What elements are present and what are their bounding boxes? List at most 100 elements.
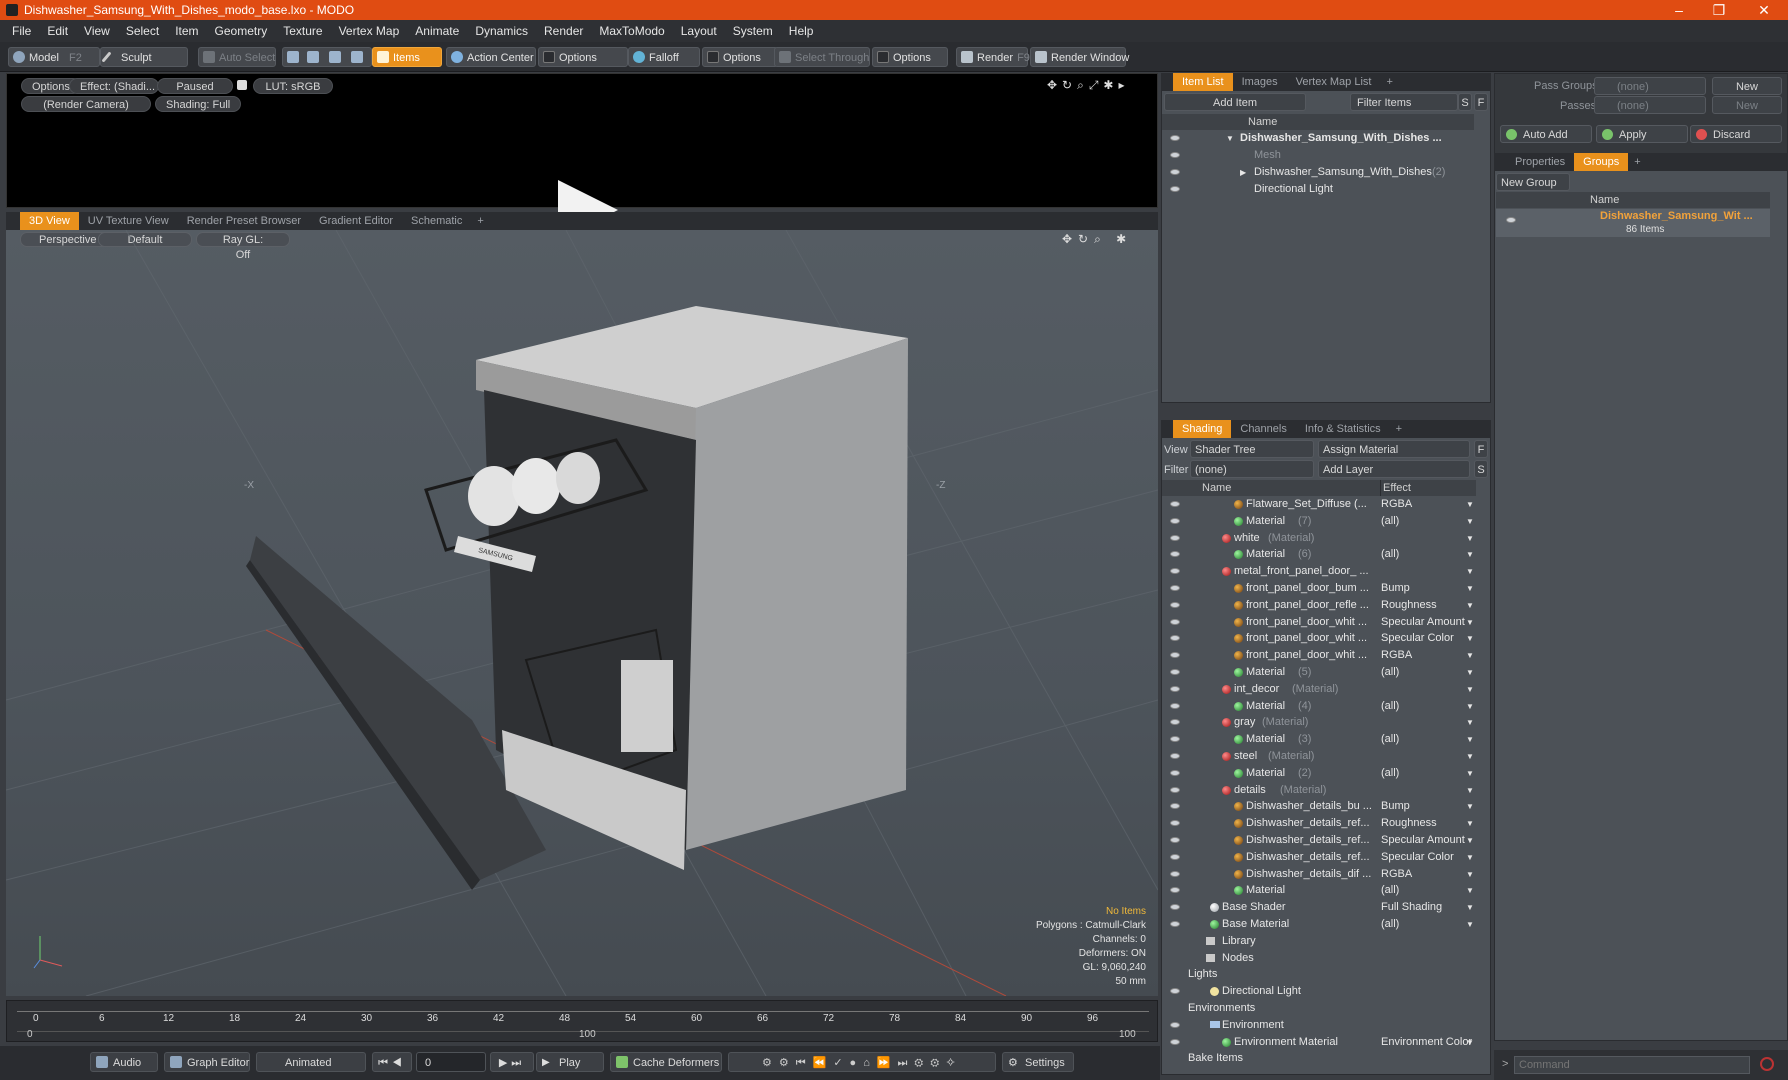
model-mode-button[interactable]: Model F2 (8, 47, 100, 67)
eye-icon[interactable] (1170, 618, 1180, 625)
shader-effect[interactable]: Specular Amount (1381, 832, 1465, 849)
shader-effect[interactable]: Roughness (1381, 597, 1437, 614)
eye-icon[interactable] (1170, 820, 1180, 827)
effect-dropdown-arrow-icon[interactable]: ▼ (1466, 530, 1474, 547)
shader-row[interactable]: Material (3) (all) ▼ (1162, 731, 1474, 748)
shader-row[interactable]: Dishwasher_details_ref... Specular Color ▼ (1162, 849, 1474, 866)
eye-icon[interactable] (1170, 186, 1180, 192)
effect-dropdown-arrow-icon[interactable]: ▼ (1466, 832, 1474, 849)
eye-icon[interactable] (1170, 870, 1180, 877)
shader-row[interactable]: int_decor (Material) ▼ (1162, 681, 1474, 698)
shader-row[interactable]: Material (6) (all) ▼ (1162, 546, 1474, 563)
eye-icon[interactable] (1170, 753, 1180, 759)
shader-effect[interactable]: Bump (1381, 798, 1410, 815)
shader-row[interactable]: Dishwasher_details_ref... Roughness ▼ (1162, 815, 1474, 832)
eye-icon[interactable] (1170, 853, 1180, 860)
render-button[interactable]: Render F9 (956, 47, 1030, 67)
shader-row[interactable]: Material (5) (all) ▼ (1162, 664, 1474, 681)
shader-row[interactable]: details (Material) ▼ (1162, 782, 1474, 799)
shader-row[interactable]: front_panel_door_bum ... Bump ▼ (1162, 580, 1474, 597)
shader-row[interactable]: Bake Items (1162, 1050, 1474, 1067)
tab-shading[interactable]: Shading (1173, 420, 1232, 438)
eye-icon[interactable] (1170, 568, 1180, 575)
eye-icon[interactable] (1170, 534, 1180, 541)
item-list-row[interactable]: Dishwasher_Samsung_With_Dishes ... ▼ (1162, 130, 1474, 147)
shader-effect[interactable]: RGBA (1381, 647, 1412, 664)
menu-maxtomodo[interactable]: MaxToModo (591, 24, 672, 38)
shader-row[interactable]: Material (4) (all) ▼ (1162, 698, 1474, 715)
shader-row[interactable]: Environment (1162, 1017, 1474, 1034)
eye-icon[interactable] (1170, 517, 1180, 524)
eye-icon[interactable] (1170, 152, 1180, 158)
timeline-start[interactable]: 0 (27, 1029, 33, 1040)
tab-uv-texture-view[interactable]: UV Texture View (79, 212, 178, 230)
group-row[interactable]: Dishwasher_Samsung_Wit ... 86 Items (1496, 209, 1770, 237)
select-through-button[interactable]: Select Through (774, 47, 870, 67)
shader-row[interactable]: front_panel_door_refle ... Roughness ▼ (1162, 597, 1474, 614)
edges-icon[interactable] (307, 51, 319, 63)
eye-icon[interactable] (1170, 921, 1180, 927)
tab-info-statistics[interactable]: Info & Statistics (1296, 420, 1390, 438)
effect-dropdown-arrow-icon[interactable]: ▼ (1466, 849, 1474, 866)
effect-dropdown-arrow-icon[interactable]: ▼ (1466, 496, 1474, 513)
eye-icon[interactable] (1170, 501, 1180, 507)
effect-dropdown-arrow-icon[interactable]: ▼ (1466, 698, 1474, 715)
record-icon[interactable] (1760, 1057, 1774, 1071)
eye-icon[interactable] (1170, 769, 1180, 776)
auto-add-button[interactable]: Auto Add (1500, 125, 1592, 143)
item-list-row[interactable]: Directional Light (1162, 181, 1474, 198)
shader-effect[interactable]: Full Shading (1381, 899, 1442, 916)
eye-icon[interactable] (1170, 719, 1180, 726)
auto-select-button[interactable]: Auto Select (198, 47, 276, 67)
eye-icon[interactable] (1170, 1021, 1180, 1028)
item-f-button[interactable]: F (1474, 93, 1488, 111)
menu-layout[interactable]: Layout (673, 24, 725, 38)
menu-edit[interactable]: Edit (39, 24, 76, 38)
effect-dropdown-arrow-icon[interactable]: ▼ (1466, 580, 1474, 597)
item-list-row[interactable]: Dishwasher_Samsung_With_Dishes (2) ▶ (1162, 164, 1474, 181)
eye-icon[interactable] (1170, 601, 1180, 608)
render-camera-dropdown[interactable]: (Render Camera) (21, 96, 151, 112)
shader-effect[interactable]: Bump (1381, 580, 1410, 597)
eye-icon[interactable] (1170, 169, 1180, 175)
eye-icon[interactable] (1170, 669, 1180, 675)
menu-file[interactable]: File (4, 24, 39, 38)
shader-row[interactable]: front_panel_door_whit ... Specular Amount… (1162, 614, 1474, 631)
menu-system[interactable]: System (725, 24, 781, 38)
shader-row[interactable]: Flatware_Set_Diffuse (... RGBA ▼ (1162, 496, 1474, 513)
filter-items-input[interactable]: Filter Items (1350, 93, 1458, 111)
command-input[interactable] (1514, 1056, 1750, 1074)
effect-dropdown-arrow-icon[interactable]: ▼ (1466, 714, 1474, 731)
effect-dropdown-arrow-icon[interactable]: ▼ (1466, 782, 1474, 799)
shader-row[interactable]: front_panel_door_whit ... Specular Color ▼ (1162, 630, 1474, 647)
menu-geometry[interactable]: Geometry (207, 24, 276, 38)
menu-help[interactable]: Help (781, 24, 822, 38)
eye-icon[interactable] (1170, 652, 1180, 659)
shader-effect[interactable]: (all) (1381, 546, 1399, 563)
passes-dropdown[interactable]: (none) (1594, 96, 1706, 114)
menu-select[interactable]: Select (118, 24, 167, 38)
items-mode-button[interactable]: Items (372, 47, 442, 67)
add-layer-dropdown[interactable]: Add Layer (1318, 460, 1470, 478)
effect-dropdown-arrow-icon[interactable]: ▼ (1466, 546, 1474, 563)
shader-row[interactable]: gray (Material) ▼ (1162, 714, 1474, 731)
shading-dropdown[interactable]: Shading: Full (155, 96, 241, 112)
eye-icon[interactable] (1170, 635, 1180, 642)
shader-row[interactable]: Directional Light (1162, 983, 1474, 1000)
shader-row[interactable]: Library (1162, 933, 1474, 950)
eye-icon[interactable] (1506, 217, 1516, 223)
shader-effect[interactable]: RGBA (1381, 866, 1412, 883)
tab-gradient-editor[interactable]: Gradient Editor (310, 212, 402, 230)
new-pass-button[interactable]: New (1712, 96, 1782, 114)
expand-arrow-icon[interactable]: ▼ (1226, 130, 1234, 147)
viewport-3d[interactable]: Perspective Default Ray GL: Off ✥↻⌕ ✱ -X… (6, 230, 1158, 996)
tab-render-preset-browser[interactable]: Render Preset Browser (178, 212, 310, 230)
tab-vertex-map-list[interactable]: Vertex Map List (1287, 73, 1381, 91)
eye-icon[interactable] (1170, 887, 1180, 894)
paused-toggle[interactable]: Paused (157, 78, 233, 94)
effect-dropdown-arrow-icon[interactable]: ▼ (1466, 866, 1474, 883)
effect-dropdown-arrow-icon[interactable]: ▼ (1466, 748, 1474, 765)
lut-dropdown[interactable]: LUT: sRGB (253, 78, 333, 94)
effect-dropdown-arrow-icon[interactable]: ▼ (1466, 731, 1474, 748)
menu-animate[interactable]: Animate (407, 24, 467, 38)
